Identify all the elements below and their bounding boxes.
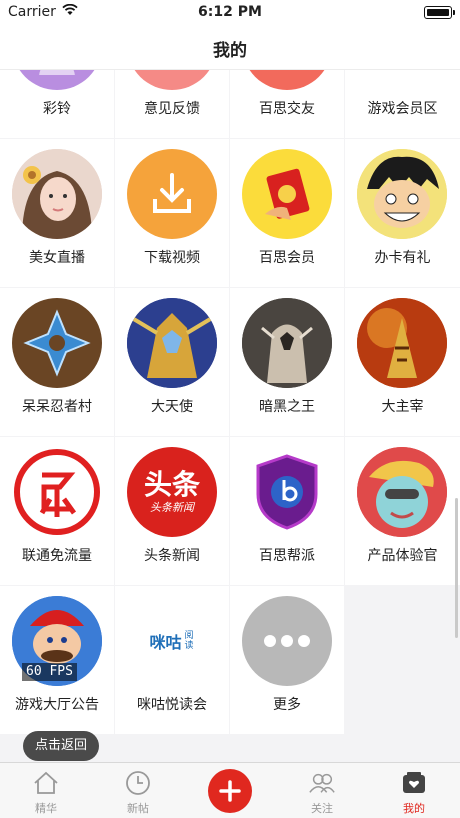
tab-following[interactable]: 关注: [276, 763, 368, 818]
gang-shield-icon: [242, 447, 332, 537]
grid-item-card-gift[interactable]: 办卡有礼: [345, 139, 460, 287]
grid-item-label: 办卡有礼: [374, 250, 431, 266]
product-tester-icon: [357, 447, 447, 537]
free-data-icon: [12, 447, 102, 537]
grid-item-friends[interactable]: 百思交友: [230, 70, 344, 138]
migu-logo-text: 咪咕: [149, 633, 182, 652]
headline-logo-text: 头条: [143, 468, 200, 501]
tab-label: 我的: [403, 802, 425, 815]
battery-icon: [424, 6, 455, 19]
grid-item-label: 产品体验官: [367, 548, 438, 564]
tab-label: 精华: [35, 802, 57, 815]
grid-item-label: 美女直播: [29, 250, 85, 266]
ninja-star-icon: [12, 298, 102, 388]
headline-news-icon: 头条 头条新闻: [127, 447, 217, 537]
grid-item-sovereign[interactable]: 大主宰: [345, 288, 460, 436]
grid-item-label: 下载视频: [144, 250, 200, 266]
scroll-indicator[interactable]: [455, 498, 458, 638]
tab-label: 新帖: [127, 802, 149, 815]
grid-item-label: 彩铃: [43, 101, 71, 117]
grid-item-more[interactable]: 更多: [230, 586, 344, 734]
grid-item-product-tester[interactable]: 产品体验官: [345, 437, 460, 585]
profile-box-icon: [400, 769, 428, 797]
grid-row: 联通免流量 头条 头条新闻 头条新闻 百思帮派 产品体验官: [0, 437, 460, 586]
grid-item-game-hall[interactable]: 60 FPS 游戏大厅公告: [0, 586, 114, 734]
grid-item-label: 大天使: [151, 399, 193, 415]
grid-item-gang[interactable]: 百思帮派: [230, 437, 344, 585]
headline-logo-subtext: 头条新闻: [150, 501, 194, 514]
tab-label: 关注: [311, 802, 333, 815]
grid-item-label: 更多: [273, 697, 301, 713]
grid-item-label: 头条新闻: [144, 548, 200, 564]
grid-item-label: 百思会员: [259, 250, 315, 266]
grid-item-feedback[interactable]: 意见反馈: [115, 70, 229, 138]
grid-item-ringtone[interactable]: 彩铃: [0, 70, 114, 138]
friends-icon: [242, 70, 332, 90]
grid-item-label: 呆呆忍者村: [22, 399, 92, 415]
grid-item-migu-reading[interactable]: 咪咕 阅读 咪咕悦读会: [115, 586, 229, 734]
angel-warrior-icon: [127, 298, 217, 388]
grid-item-ninja-village[interactable]: 呆呆忍者村: [0, 288, 114, 436]
grid-item-headline-news[interactable]: 头条 头条新闻 头条新闻: [115, 437, 229, 585]
tab-publish[interactable]: [184, 763, 276, 818]
status-time: 6:12 PM: [198, 4, 262, 20]
clock-icon: [124, 769, 152, 797]
tab-mine[interactable]: 我的: [368, 763, 460, 818]
game-vip-icon: [357, 70, 447, 90]
grid-item-archangel[interactable]: 大天使: [115, 288, 229, 436]
ringtone-icon: [12, 70, 102, 90]
grid-row: 彩铃 意见反馈 百思交友 游戏会员区: [0, 70, 460, 139]
feature-grid-content: 彩铃 意见反馈 百思交友 游戏会员区 美女直播 下载视频 百思会员 办卡有礼 呆…: [0, 70, 460, 735]
tab-featured[interactable]: 精华: [0, 763, 92, 818]
grid-row: 呆呆忍者村 大天使 暗黑之王 大主宰: [0, 288, 460, 437]
migu-reading-icon: 咪咕 阅读: [127, 596, 217, 686]
plus-icon: [208, 769, 252, 813]
tab-bar: 精华 新帖 关注 我的: [0, 762, 460, 818]
grid-empty-cell: [345, 586, 460, 734]
grid-row: 美女直播 下载视频 百思会员 办卡有礼: [0, 139, 460, 288]
grid-item-label: 百思帮派: [259, 548, 315, 564]
grid-row: 60 FPS 游戏大厅公告 咪咕 阅读 咪咕悦读会 更多: [0, 586, 460, 735]
navigation-bar: 我的: [0, 24, 460, 70]
more-icon: [242, 596, 332, 686]
grid-item-download-video[interactable]: 下载视频: [115, 139, 229, 287]
grid-item-label: 联通免流量: [22, 548, 92, 564]
live-stream-avatar-icon: [12, 149, 102, 239]
grid-item-label: 游戏大厅公告: [15, 697, 99, 713]
sovereign-icon: [357, 298, 447, 388]
feedback-icon: [127, 70, 217, 90]
dark-king-icon: [242, 298, 332, 388]
back-toast[interactable]: 点击返回: [23, 731, 99, 761]
fps-badge: 60 FPS: [22, 663, 77, 681]
grid-item-label: 大主宰: [381, 399, 424, 415]
status-bar: Carrier 6:12 PM: [0, 0, 460, 24]
page-title: 我的: [213, 41, 247, 61]
feature-grid[interactable]: 彩铃 意见反馈 百思交友 游戏会员区 美女直播 下载视频 百思会员 办卡有礼 呆…: [0, 70, 460, 762]
grid-item-label: 暗黑之王: [259, 399, 315, 415]
grid-item-vip-member[interactable]: 百思会员: [230, 139, 344, 287]
cartoon-face-icon: [357, 149, 447, 239]
grid-item-label: 游戏会员区: [367, 101, 438, 117]
grid-item-label: 咪咕悦读会: [137, 697, 207, 713]
vip-card-icon: [242, 149, 332, 239]
grid-item-label: 意见反馈: [144, 101, 200, 117]
grid-item-game-vip[interactable]: 游戏会员区: [345, 70, 460, 138]
migu-logo-subtext: 阅读: [184, 631, 194, 651]
grid-item-free-data[interactable]: 联通免流量: [0, 437, 114, 585]
people-icon: [308, 769, 336, 797]
home-icon: [32, 769, 60, 797]
grid-item-label: 百思交友: [259, 101, 315, 117]
download-video-icon: [127, 149, 217, 239]
grid-item-live-stream[interactable]: 美女直播: [0, 139, 114, 287]
grid-item-dark-king[interactable]: 暗黑之王: [230, 288, 344, 436]
tab-new-posts[interactable]: 新帖: [92, 763, 184, 818]
